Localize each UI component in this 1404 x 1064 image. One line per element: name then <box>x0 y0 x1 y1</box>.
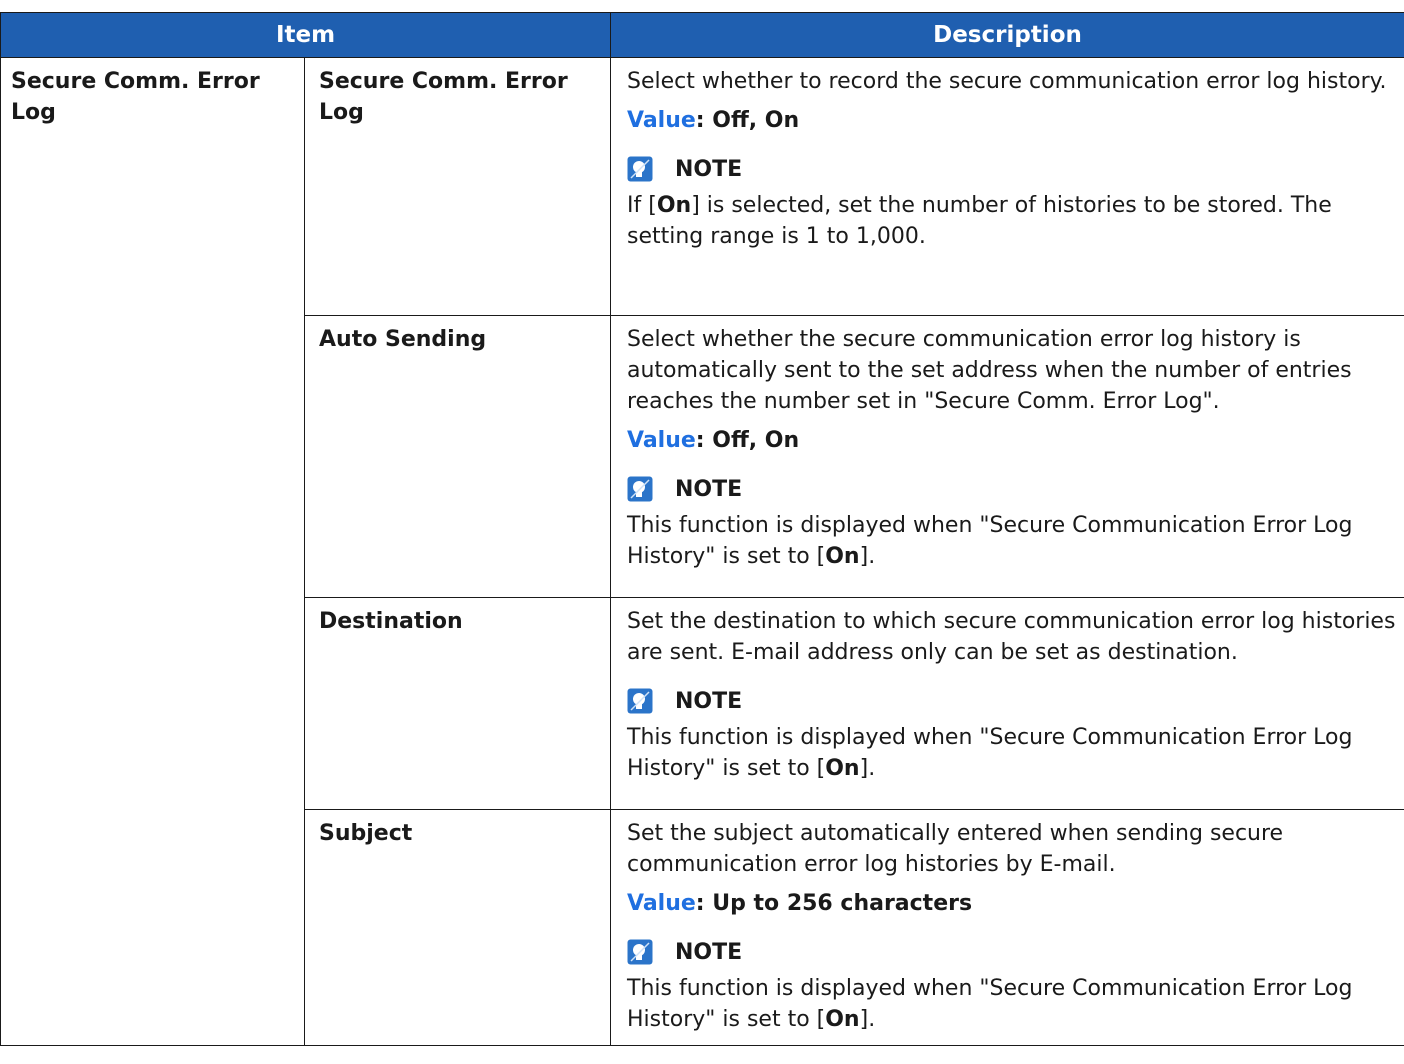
value-text: : Up to 256 characters <box>695 891 973 916</box>
note-text: This function is displayed when "Secure … <box>627 725 1353 781</box>
note-text: This function is displayed when "Secure … <box>627 976 1353 1032</box>
note-label: NOTE <box>675 476 743 502</box>
value-line: Value: Off, On <box>627 425 1400 456</box>
description-text: Set the destination to which secure comm… <box>627 609 1396 665</box>
note-label: NOTE <box>675 688 743 714</box>
note-lightbulb-icon <box>627 156 653 182</box>
item-label: Subject <box>304 809 611 1046</box>
note-lightbulb-icon <box>627 939 653 965</box>
note-heading: NOTE <box>627 472 1400 506</box>
item-label: Destination <box>304 597 611 810</box>
table-header-row: Item Description <box>0 12 1404 58</box>
description-text: Set the subject automatically entered wh… <box>627 821 1284 877</box>
description-cell: Set the destination to which secure comm… <box>610 597 1404 810</box>
value-line: Value: Off, On <box>627 105 1400 136</box>
note-lightbulb-icon <box>627 476 653 502</box>
note-text: This function is displayed when "Secure … <box>627 513 1353 569</box>
description-text: Select whether the secure communication … <box>627 327 1352 414</box>
header-description: Description <box>610 12 1404 58</box>
value-line: Value: Up to 256 characters <box>627 888 1400 919</box>
value-key: Value <box>627 108 696 133</box>
table-row: Secure Comm. Error Log Secure Comm. Erro… <box>0 57 1404 1046</box>
note-text: If [On] is selected, set the number of h… <box>627 193 1332 249</box>
description-text: Select whether to record the secure comm… <box>627 69 1387 94</box>
value-text: : Off, On <box>695 428 800 453</box>
note-heading: NOTE <box>627 935 1400 969</box>
note-heading: NOTE <box>627 152 1400 186</box>
group-label: Secure Comm. Error Log <box>0 57 305 1046</box>
header-item: Item <box>0 12 611 58</box>
note-heading: NOTE <box>627 684 1400 718</box>
value-key: Value <box>627 891 696 916</box>
note-lightbulb-icon <box>627 688 653 714</box>
value-text: : Off, On <box>695 108 800 133</box>
item-label: Secure Comm. Error Log <box>304 57 611 316</box>
description-cell: Select whether to record the secure comm… <box>610 57 1404 316</box>
value-key: Value <box>627 428 696 453</box>
description-cell: Set the subject automatically entered wh… <box>610 809 1404 1046</box>
item-label: Auto Sending <box>304 315 611 598</box>
note-label: NOTE <box>675 156 743 182</box>
settings-table: Item Description Secure Comm. Error Log … <box>0 12 1404 1046</box>
note-label: NOTE <box>675 939 743 965</box>
description-cell: Select whether the secure communication … <box>610 315 1404 598</box>
